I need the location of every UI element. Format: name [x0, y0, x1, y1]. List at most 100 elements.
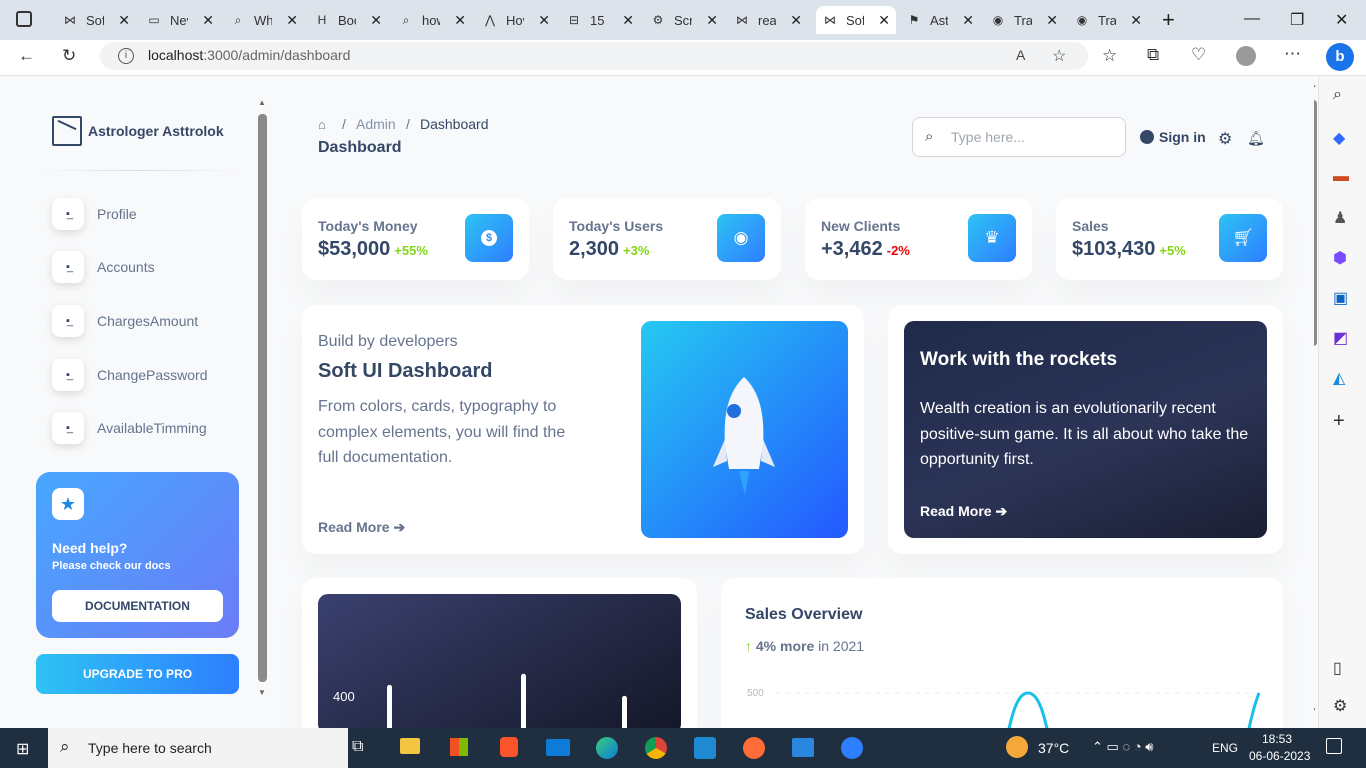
gear-icon[interactable]: ⚙ — [1218, 129, 1232, 149]
breadcrumb-admin[interactable]: Admin — [356, 116, 396, 132]
task-view-icon[interactable]: ⧉ — [352, 738, 363, 756]
file-explorer-icon[interactable] — [400, 738, 420, 754]
more-icon[interactable]: ⋯ — [1284, 44, 1301, 64]
browser-tab[interactable]: ⌕ how ✕ — [392, 6, 472, 34]
browser-tab[interactable]: ⊟ 15 l ✕ — [560, 6, 640, 34]
language-indicator[interactable]: ENG — [1212, 741, 1238, 755]
sidebar-item-available-timming[interactable]: ▪̲ AvailableTimming — [36, 408, 239, 448]
close-tab-icon[interactable]: ✕ — [454, 12, 466, 29]
close-tab-icon[interactable]: ✕ — [622, 12, 634, 29]
new-tab-icon[interactable]: + — [1162, 7, 1175, 33]
mail-icon[interactable] — [546, 739, 570, 756]
scroll-down-icon[interactable]: ▼ — [258, 688, 266, 697]
browser-tab[interactable]: ⋈ Sof ✕ — [816, 6, 896, 34]
url-bar[interactable]: i localhost:3000/admin/dashboard A ☆ — [100, 42, 1088, 70]
tray-icons[interactable]: ⌃ ▭ ◌ ◔ 🔊︎ — [1092, 739, 1153, 755]
documentation-button[interactable]: DOCUMENTATION — [52, 590, 223, 622]
sidebar-item-profile[interactable]: ▪̲ Profile — [36, 194, 239, 234]
add-favorite-icon[interactable]: ☆ — [1052, 46, 1066, 66]
upgrade-button[interactable]: UPGRADE TO PRO — [36, 654, 239, 694]
scroll-up-icon[interactable]: ▲ — [258, 98, 266, 107]
clock-date[interactable]: 06-06-2023 — [1249, 749, 1310, 763]
sidebar-item-charges-amount[interactable]: ▪̲ ChargesAmount — [36, 301, 239, 341]
close-tab-icon[interactable]: ✕ — [1046, 12, 1058, 29]
read-aloud-icon[interactable]: A — [1016, 47, 1025, 63]
vscode-icon[interactable] — [694, 737, 716, 759]
designer-icon[interactable]: ◩ — [1333, 328, 1348, 348]
browser-tab[interactable]: ⚙ Scr ✕ — [644, 6, 724, 34]
chrome-icon[interactable] — [645, 737, 667, 759]
close-tab-icon[interactable]: ✕ — [878, 12, 890, 29]
stat-change: +3% — [623, 243, 650, 258]
browser-tab[interactable]: ⚑ Ast ✕ — [900, 6, 980, 34]
browser-tab[interactable]: ◉ Tra ✕ — [984, 6, 1064, 34]
sidebar-scroll-thumb[interactable] — [258, 114, 267, 682]
games-icon[interactable]: ♟ — [1333, 208, 1347, 228]
browser-tab[interactable]: ▭ Nev ✕ — [140, 6, 220, 34]
windows-start-icon[interactable]: ⊞ — [16, 739, 29, 759]
store-icon[interactable] — [450, 738, 468, 756]
stat-card-sales: Sales $103,430 +5% 🛒︎ — [1056, 198, 1283, 280]
search-input[interactable] — [951, 127, 1119, 147]
outlook-icon[interactable]: ▣ — [1333, 288, 1348, 308]
close-tab-icon[interactable]: ✕ — [370, 12, 382, 29]
search-field[interactable]: ⌕ — [912, 117, 1126, 157]
edge-sidebar: ⌕ ◆ ▬ ♟ ⬢ ▣ ◩ ◭ + ▯ ⚙ — [1318, 76, 1366, 728]
edge-icon[interactable] — [596, 737, 618, 759]
star-icon[interactable]: ☆ — [1102, 46, 1117, 66]
browser-tab[interactable]: H Boo ✕ — [308, 6, 388, 34]
minimize-icon[interactable]: — — [1244, 10, 1260, 28]
tab-actions-icon[interactable] — [16, 11, 32, 27]
bing-icon[interactable]: b — [1326, 43, 1354, 71]
settings-icon[interactable]: ⚙ — [1333, 696, 1347, 716]
photos-icon[interactable] — [792, 738, 814, 757]
browser-tab[interactable]: ⋈ rea ✕ — [728, 6, 808, 34]
tradingview-icon[interactable] — [841, 737, 863, 759]
close-tab-icon[interactable]: ✕ — [962, 12, 974, 29]
tab-label: Scr — [674, 12, 692, 28]
back-icon[interactable]: ← — [18, 46, 35, 66]
close-tab-icon[interactable]: ✕ — [118, 12, 130, 29]
close-tab-icon[interactable]: ✕ — [538, 12, 550, 29]
browser-tab[interactable]: ⌕ Wh ✕ — [224, 6, 304, 34]
close-tab-icon[interactable]: ✕ — [1130, 12, 1142, 29]
home-icon[interactable]: ⌂ — [318, 117, 326, 132]
avatar[interactable] — [1236, 46, 1256, 66]
office-icon[interactable]: ⬢ — [1333, 248, 1347, 268]
sidebar-scrollbar[interactable]: ▲ ▼ — [258, 98, 267, 700]
close-tab-icon[interactable]: ✕ — [706, 12, 718, 29]
sidebar-item-change-password[interactable]: ▪̲ ChangePassword — [36, 355, 239, 395]
sidebar-item-accounts[interactable]: ▪̲ Accounts — [36, 247, 239, 287]
refresh-icon[interactable]: ↻ — [62, 46, 76, 66]
postman-icon[interactable] — [743, 737, 765, 759]
info-icon[interactable]: i — [118, 48, 134, 64]
collections-icon[interactable]: ⧉ — [1147, 45, 1159, 65]
brave-icon[interactable] — [500, 737, 518, 757]
notification-icon[interactable] — [1326, 738, 1342, 754]
clock-time[interactable]: 18:53 — [1262, 732, 1292, 746]
taskbar-search[interactable]: ⌕ Type here to search — [48, 728, 348, 768]
stat-card-clients: New Clients +3,462 -2% ♛ — [805, 198, 1032, 280]
read-more-link[interactable]: Read More ➔ — [920, 503, 1007, 520]
weather-icon[interactable] — [1006, 736, 1028, 758]
brand-name[interactable]: Astrologer Asttrolok — [88, 123, 224, 139]
search-icon[interactable]: ⌕ — [1333, 86, 1342, 104]
sign-in-link[interactable]: Sign in — [1140, 129, 1206, 145]
close-window-icon[interactable]: ✕ — [1335, 10, 1348, 30]
sidebar-toggle-icon[interactable]: ▯ — [1333, 658, 1342, 678]
extensions-icon[interactable]: ♡ — [1191, 45, 1206, 65]
toolbox-icon[interactable]: ▬ — [1333, 168, 1349, 186]
close-tab-icon[interactable]: ✕ — [286, 12, 298, 29]
tag-icon[interactable]: ◆ — [1333, 128, 1345, 148]
add-icon[interactable]: + — [1333, 410, 1345, 433]
send-icon[interactable]: ◭ — [1333, 368, 1345, 388]
weather-temp[interactable]: 37°C — [1038, 740, 1069, 756]
bell-icon[interactable]: 🔔︎ — [1247, 130, 1265, 147]
close-tab-icon[interactable]: ✕ — [790, 12, 802, 29]
browser-tab[interactable]: ⋀ Hov ✕ — [476, 6, 556, 34]
close-tab-icon[interactable]: ✕ — [202, 12, 214, 29]
browser-tab[interactable]: ◉ Tra ✕ — [1068, 6, 1148, 34]
restore-icon[interactable]: ❐ — [1290, 10, 1304, 30]
browser-tab[interactable]: ⋈ Sof ✕ — [56, 6, 136, 34]
read-more-link[interactable]: Read More ➔ — [318, 519, 405, 536]
